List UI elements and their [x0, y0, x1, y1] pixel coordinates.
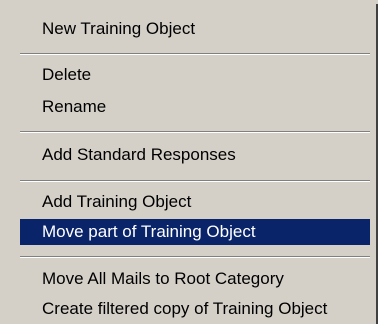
menu-item-add-standard-responses[interactable]: Add Standard Responses: [20, 142, 370, 168]
context-menu: New Training Object Delete Rename Add St…: [0, 0, 378, 324]
menu-separator: [20, 53, 370, 55]
menu-item-create-filtered-copy[interactable]: Create filtered copy of Training Object: [20, 296, 370, 322]
menu-item-delete[interactable]: Delete: [20, 62, 370, 88]
menu-separator: [20, 131, 370, 133]
menu-item-add-training-object[interactable]: Add Training Object: [20, 189, 370, 215]
menu-item-rename[interactable]: Rename: [20, 94, 370, 120]
menu-item-new-training-object[interactable]: New Training Object: [20, 16, 370, 42]
menu-separator: [20, 180, 370, 182]
menu-item-move-part-of-training-object[interactable]: Move part of Training Object: [20, 219, 370, 245]
menu-top-border: [0, 0, 378, 4]
menu-item-move-all-mails-to-root-category[interactable]: Move All Mails to Root Category: [20, 266, 370, 292]
menu-separator: [20, 256, 370, 258]
